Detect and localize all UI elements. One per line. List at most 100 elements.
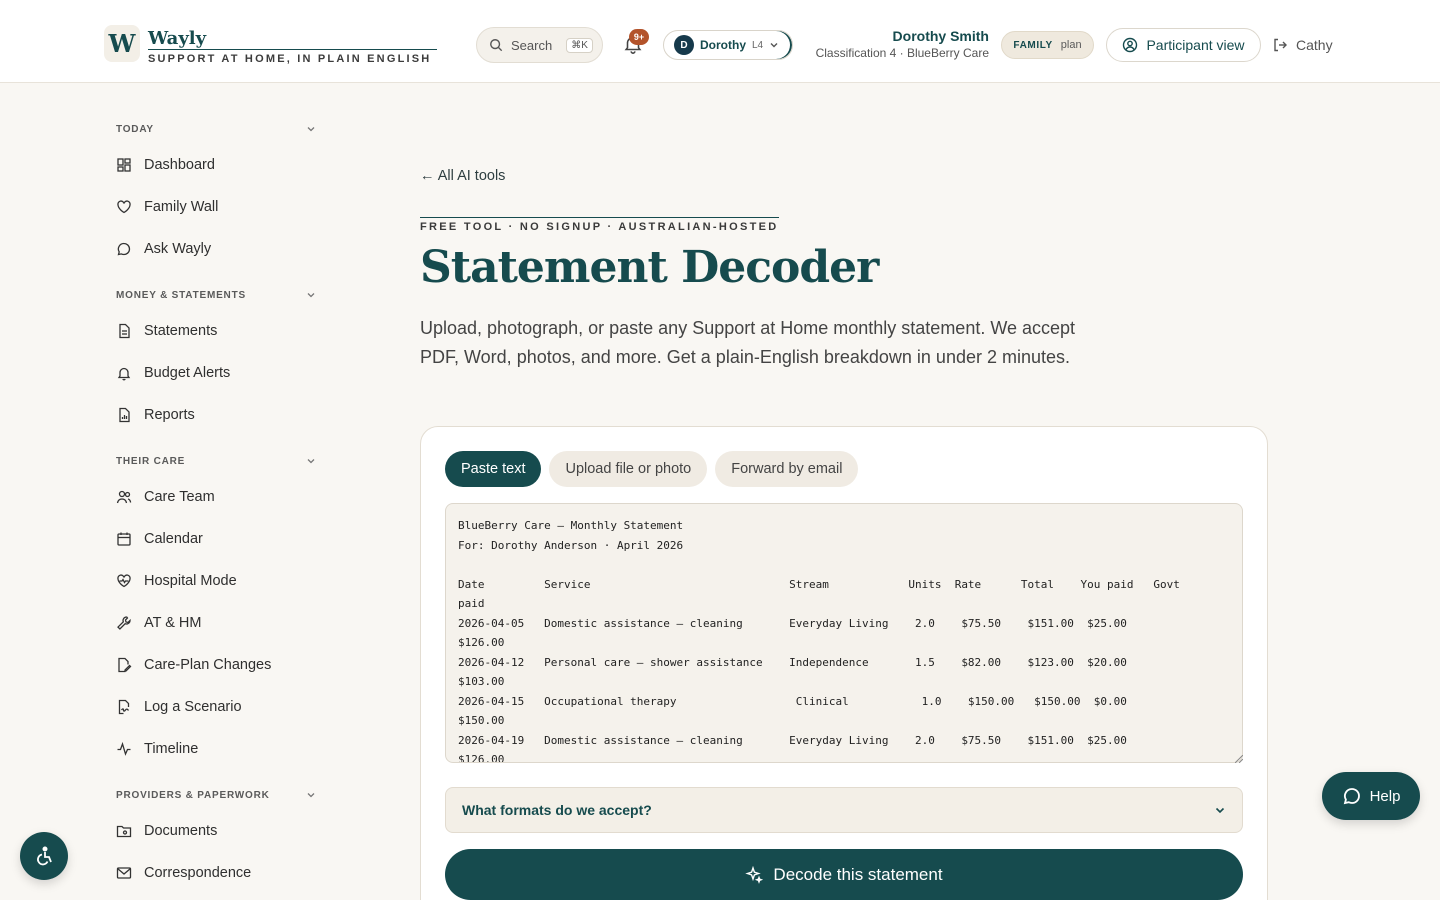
notification-badge: 9+ — [629, 29, 649, 45]
section-money-statements[interactable]: MONEY & STATEMENTS — [116, 286, 316, 304]
accessibility-button[interactable] — [20, 832, 68, 880]
person-switcher[interactable]: D Dorothy L4 — [663, 30, 793, 60]
sidebar-item-dashboard[interactable]: Dashboard — [116, 149, 316, 181]
page-intro: Upload, photograph, or paste any Support… — [420, 318, 1076, 367]
section-today[interactable]: TODAY — [116, 120, 316, 138]
help-button[interactable]: Help — [1322, 772, 1420, 820]
chevron-down-icon — [307, 459, 315, 464]
participant-view-button[interactable]: Participant view — [1106, 28, 1261, 62]
sidebar-item-documents[interactable]: Documents — [116, 815, 316, 847]
resize-grip-icon[interactable] — [1235, 755, 1243, 763]
accessibility-icon — [37, 846, 52, 866]
sidebar-item-label: AT & HM — [144, 615, 202, 631]
input-mode-tabs: Paste text Upload file or photo Forward … — [445, 451, 859, 487]
sidebar-item-label: Log a Scenario — [144, 699, 242, 715]
sidebar-item-label: Statements — [144, 323, 218, 339]
bell-icon — [117, 367, 131, 381]
formats-accordion[interactable]: What formats do we accept? — [445, 787, 1243, 833]
chevron-down-icon — [307, 293, 315, 298]
sidebar-item-timeline[interactable]: Timeline — [116, 733, 316, 765]
formats-accordion-label: What formats do we accept? — [462, 802, 652, 818]
chat-bubble-icon — [117, 242, 131, 256]
sidebar-item-label: Dashboard — [144, 157, 215, 173]
sidebar-item-budget-alerts[interactable]: Budget Alerts — [116, 357, 316, 389]
folder-icon — [116, 825, 132, 838]
section-their-care[interactable]: THEIR CARE — [116, 452, 316, 470]
brand-divider — [148, 49, 437, 50]
sidebar-item-at-hm[interactable]: AT & HM — [116, 607, 316, 639]
tab-paste-text[interactable]: Paste text — [445, 451, 542, 487]
sidebar-item-statements[interactable]: Statements — [116, 315, 316, 347]
report-icon — [119, 407, 130, 423]
sidebar-item-hospital-mode[interactable]: Hospital Mode — [116, 565, 316, 597]
sidebar-item-family-wall[interactable]: Family Wall — [116, 191, 316, 223]
decoder-card: Paste text Upload file or photo Forward … — [420, 426, 1268, 900]
avatar: D — [674, 35, 694, 55]
logout-icon — [1274, 38, 1287, 52]
logout-button[interactable]: Cathy — [1272, 34, 1333, 56]
page-title: Statement Decoder — [420, 242, 879, 293]
sparkle-icon — [745, 865, 764, 884]
person-level: L4 — [752, 39, 764, 51]
heart-icon — [117, 200, 131, 214]
sidebar-item-log-scenario[interactable]: Log a Scenario — [116, 691, 316, 723]
search-icon — [490, 39, 503, 52]
activity-icon — [117, 741, 131, 756]
user-circle-icon — [1123, 37, 1138, 53]
sidebar-item-care-team[interactable]: Care Team — [116, 481, 316, 513]
eyebrow-label: FREE TOOL · NO SIGNUP · AUSTRALIAN-HOSTE… — [420, 217, 779, 233]
search-button[interactable]: Search ⌘K — [476, 27, 603, 63]
chevron-down-icon — [307, 793, 315, 798]
chat-bubble-icon — [1343, 788, 1360, 805]
tab-forward-email[interactable]: Forward by email — [715, 451, 859, 487]
file-edit-icon — [118, 657, 132, 673]
plan-tier: FAMILY — [1013, 39, 1053, 51]
participant-view-label: Participant view — [1146, 37, 1245, 53]
brand-name[interactable]: Wayly — [148, 28, 206, 49]
person-name: Dorothy — [700, 38, 746, 52]
sidebar-item-ask-wayly[interactable]: Ask Wayly — [116, 233, 316, 265]
document-icon — [119, 323, 130, 339]
user-name: Dorothy Smith — [892, 28, 989, 44]
section-providers-paperwork[interactable]: PROVIDERS & PAPERWORK — [116, 786, 316, 804]
user-info: Dorothy Smith Classification 4 · BlueBer… — [816, 28, 989, 60]
search-label: Search — [511, 37, 553, 53]
file-signature-icon — [118, 699, 130, 715]
plan-suffix: plan — [1060, 39, 1082, 51]
dashboard-icon — [117, 158, 131, 172]
mail-icon — [116, 867, 132, 879]
user-classification: Classification 4 · BlueBerry Care — [815, 46, 989, 60]
sidebar-item-reports[interactable]: Reports — [116, 399, 316, 431]
people-icon — [116, 490, 132, 504]
tab-upload-file[interactable]: Upload file or photo — [549, 451, 708, 487]
sidebar-item-care-plan-changes[interactable]: Care-Plan Changes — [116, 649, 316, 681]
chevron-down-icon — [770, 43, 778, 48]
sidebar-item-correspondence[interactable]: Correspondence — [116, 857, 316, 889]
section-title: PROVIDERS & PAPERWORK — [116, 789, 270, 801]
sidebar-item-label: Timeline — [144, 741, 199, 757]
search-shortcut: ⌘K — [566, 37, 593, 53]
decode-statement-button[interactable]: Decode this statement — [445, 849, 1243, 900]
sidebar-item-label: Reports — [144, 407, 195, 423]
decode-button-label: Decode this statement — [773, 864, 943, 884]
sidebar-item-label: Calendar — [144, 531, 203, 547]
sidebar-item-calendar[interactable]: Calendar — [116, 523, 316, 555]
sidebar-item-label: Ask Wayly — [144, 241, 212, 257]
wrench-icon — [117, 616, 131, 630]
top-bar: W Wayly SUPPORT AT HOME, IN PLAIN ENGLIS… — [0, 0, 1440, 83]
sidebar-item-label: Care Team — [144, 489, 215, 505]
sidebar-item-label: Family Wall — [144, 199, 219, 215]
brand-tagline: SUPPORT AT HOME, IN PLAIN ENGLISH — [148, 53, 432, 65]
sidebar-item-label: Hospital Mode — [144, 573, 237, 589]
statement-textarea[interactable]: BlueBerry Care — Monthly Statement For: … — [445, 503, 1243, 763]
wayly-logo[interactable]: W — [104, 25, 140, 62]
back-to-ai-tools-link[interactable]: ← All AI tools — [420, 168, 505, 184]
heart-pulse-icon — [117, 574, 131, 588]
calendar-icon — [117, 532, 131, 546]
sidebar-item-label: Correspondence — [144, 865, 252, 881]
sidebar-item-label: Care-Plan Changes — [144, 657, 272, 673]
logout-user-name: Cathy — [1296, 37, 1333, 53]
section-title: MONEY & STATEMENTS — [116, 289, 246, 301]
section-title: TODAY — [116, 123, 154, 135]
section-title: THEIR CARE — [116, 455, 186, 467]
